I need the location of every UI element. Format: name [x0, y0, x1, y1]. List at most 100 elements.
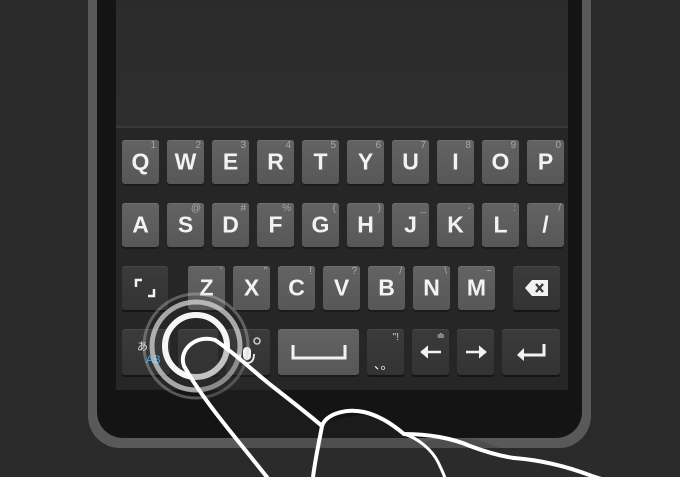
microphone-icon [239, 337, 261, 367]
backspace-icon [524, 280, 548, 296]
key-u[interactable]: 7 U [392, 140, 429, 184]
key-hint: % [282, 203, 291, 214]
key-s[interactable]: @ S [167, 203, 204, 247]
key-hint: 1 [150, 140, 156, 151]
input-mode-key[interactable]: あ AB [122, 329, 170, 375]
key-label: G [311, 211, 330, 238]
punctuation-key[interactable]: "! 、。 [367, 329, 404, 375]
key-label: X [243, 274, 260, 301]
key-label: L [493, 211, 508, 238]
space-key[interactable] [278, 329, 359, 375]
key-hint: - [467, 203, 471, 214]
key-label: Y [357, 148, 374, 175]
enter-key[interactable] [502, 329, 560, 375]
key-hint: 6 [375, 140, 381, 151]
arrow-left-icon [419, 345, 441, 359]
key-hint: \ [444, 266, 447, 277]
stage: 1 Q 2 W 3 E 4 R 5 T 6 Y 7 U 8 I 9 O 0 P … [0, 0, 680, 477]
key-m[interactable]: ~ M [458, 266, 495, 310]
key-hint: 7 [420, 140, 426, 151]
key-d[interactable]: # D [212, 203, 249, 247]
key-label: E [222, 148, 239, 175]
key-y[interactable]: 6 Y [347, 140, 384, 184]
cursor-right-key[interactable] [457, 329, 494, 375]
key-hint: # [240, 203, 246, 214]
key-label: M [466, 274, 487, 301]
pressed-key[interactable] [178, 329, 218, 375]
key-t[interactable]: 5 T [302, 140, 339, 184]
keyboard-divider [116, 126, 568, 128]
key-hint: 0 [555, 140, 561, 151]
key-j[interactable]: _ J [392, 203, 429, 247]
punct-top-label: "! [392, 332, 399, 343]
key-hint: ' [220, 266, 222, 277]
key-label: P [537, 148, 554, 175]
key-hint: ) [377, 203, 381, 214]
key-label: R [267, 148, 284, 175]
key-label: U [402, 148, 419, 175]
key-label: V [333, 274, 350, 301]
key-label: Z [199, 274, 214, 301]
key-r[interactable]: 4 R [257, 140, 294, 184]
key-z[interactable]: ' Z [188, 266, 225, 310]
voice-settings-key[interactable] [226, 329, 270, 375]
key-label: N [423, 274, 440, 301]
key-w[interactable]: 2 W [167, 140, 204, 184]
key-slash[interactable]: / / [527, 203, 564, 247]
key-hint: / [558, 203, 561, 214]
arrow-right-icon [465, 345, 487, 359]
key-label: W [174, 148, 197, 175]
key-o[interactable]: 9 O [482, 140, 519, 184]
key-hint: " [263, 266, 267, 277]
bracket-key[interactable] [122, 266, 168, 310]
text-area [116, 0, 568, 127]
key-v[interactable]: ? V [323, 266, 360, 310]
key-hint: ( [332, 203, 336, 214]
key-i[interactable]: 8 I [437, 140, 474, 184]
corner-brackets-icon [134, 278, 156, 298]
key-hint: : [513, 203, 516, 214]
key-h[interactable]: ) H [347, 203, 384, 247]
key-label: T [313, 148, 328, 175]
key-n[interactable]: \ N [413, 266, 450, 310]
key-label: / [542, 211, 549, 238]
key-label: S [177, 211, 194, 238]
key-hint: 5 [330, 140, 336, 151]
punct-bottom-label: 、。 [374, 357, 394, 372]
key-label: Q [131, 148, 150, 175]
key-hint: ? [351, 266, 357, 277]
key-b[interactable]: / B [368, 266, 405, 310]
ab-label: AB [146, 354, 161, 366]
key-label: J [404, 211, 417, 238]
enter-icon [517, 344, 546, 361]
key-hint: ~ [486, 266, 492, 277]
cursor-left-key[interactable]: ≐ [412, 329, 449, 375]
arrow-hint: ≐ [436, 331, 445, 342]
key-hint: 9 [510, 140, 516, 151]
key-hint: ! [309, 266, 312, 277]
key-hint: / [399, 266, 402, 277]
key-label: A [132, 211, 149, 238]
key-label: H [357, 211, 374, 238]
key-p[interactable]: 0 P [527, 140, 564, 184]
key-g[interactable]: ( G [302, 203, 339, 247]
key-label: O [491, 148, 510, 175]
key-e[interactable]: 3 E [212, 140, 249, 184]
key-x[interactable]: " X [233, 266, 270, 310]
key-q[interactable]: 1 Q [122, 140, 159, 184]
key-k[interactable]: - K [437, 203, 474, 247]
key-label: B [378, 274, 395, 301]
key-hint: 3 [240, 140, 246, 151]
key-c[interactable]: ! C [278, 266, 315, 310]
backspace-key[interactable] [513, 266, 560, 310]
key-f[interactable]: % F [257, 203, 294, 247]
key-hint: 4 [285, 140, 291, 151]
key-label: D [222, 211, 239, 238]
key-label: F [268, 211, 283, 238]
key-hint: 8 [465, 140, 471, 151]
key-label: I [452, 148, 459, 175]
key-label: K [447, 211, 464, 238]
key-hint: _ [420, 203, 426, 214]
key-l[interactable]: : L [482, 203, 519, 247]
key-a[interactable]: A [122, 203, 159, 247]
